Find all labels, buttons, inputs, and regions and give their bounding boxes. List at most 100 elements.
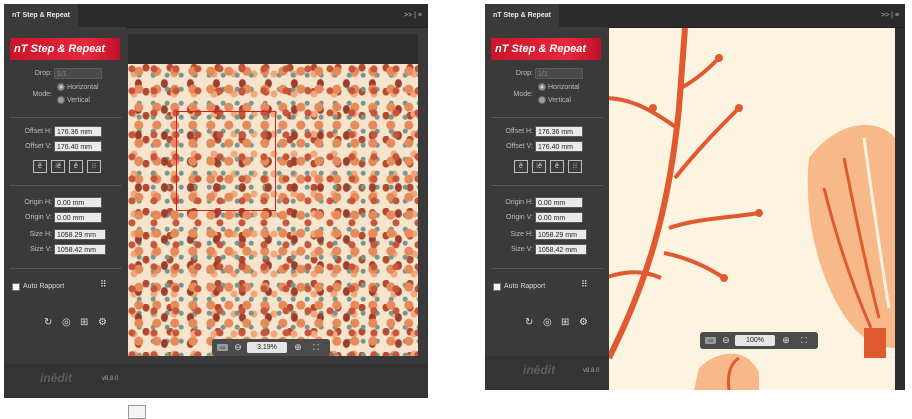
right-refresh-icon[interactable]: ↻ [525,318,533,328]
right-origin-v-field[interactable]: 0.00 mm [535,212,583,223]
right-mode-horizontal-label[interactable]: Horizontal [548,84,580,91]
left-brand-logo: inēdit [40,371,72,385]
right-version: v8.8.0 [583,368,600,374]
left-offset-v-field[interactable]: 176.40 mm [54,141,102,152]
left-auto-rapport-grid-icon[interactable]: ⠿ [100,279,107,289]
right-separator-3 [491,268,603,269]
left-separator-3 [10,268,122,269]
right-fit-screen-icon[interactable]: ⛶ [796,332,812,349]
left-sidebar: nT Step & Repeat Drop: 1/1 Mode: Horizon… [4,27,126,398]
left-offset-h-field[interactable]: 176.36 mm [54,126,102,137]
right-separator-1 [491,117,603,118]
left-origin-h-label: Origin H: [24,199,52,206]
right-gear-icon[interactable]: ⚙ [579,318,588,328]
left-size-h-label: Size H: [29,231,52,238]
right-size-v-label: Size V: [511,246,533,253]
left-auto-rapport-label[interactable]: Auto Rapport [23,283,64,290]
right-sidebar: nT Step & Repeat Drop: 1/1 Mode: Horizon… [485,27,607,390]
right-drop-field[interactable]: 1/1 [535,68,583,79]
right-drop-label: Drop: [515,70,533,77]
left-mode-vertical-radio[interactable] [57,96,65,104]
left-mode-label: Mode: [32,91,52,98]
left-zoom-field[interactable]: 3.19% [247,342,287,353]
left-repeat-button-3[interactable]: ẽ [69,160,83,173]
right-origin-h-field[interactable]: 0.00 mm [535,197,583,208]
left-zoom-in-icon[interactable]: ⊕ [291,339,305,356]
left-size-h-field[interactable]: 1058.29 mm [54,229,106,240]
left-mode-vertical-label[interactable]: Vertical [67,97,90,104]
left-logo: nT Step & Repeat [10,38,120,60]
left-refresh-icon[interactable]: ↻ [44,318,52,328]
left-footer: inēdit v8.8.0 [4,364,428,398]
left-tab-bar: nT Step & Repeat >> | ≡ [4,4,428,28]
left-separator-1 [10,117,122,118]
right-repeat-button-4[interactable]: ⁝⁝ [568,160,582,173]
right-auto-rapport-label[interactable]: Auto Rapport [504,283,545,290]
right-auto-rapport-checkbox[interactable] [493,283,501,291]
right-zoom-field[interactable]: 100% [735,335,775,346]
right-grid-icon[interactable]: ⊞ [561,318,569,328]
right-mode-horizontal-radio[interactable] [538,83,546,91]
right-logo: nT Step & Repeat [491,38,601,60]
left-grid-icon[interactable]: ⊞ [80,318,88,328]
right-origin-v-label: Origin V: [506,214,533,221]
right-auto-rapport-grid-icon[interactable]: ⠿ [581,279,588,289]
left-drop-field[interactable]: 1/1 [54,68,102,79]
right-dark-strip [895,28,905,390]
left-origin-v-label: Origin V: [25,214,52,221]
left-zoom-out-icon[interactable]: ⊖ [231,339,245,356]
left-hd-toggle[interactable]: HD [217,344,228,351]
right-panel: nT Step & Repeat >> | ≡ nT Step & Repeat… [485,4,905,390]
right-tab-bar: nT Step & Repeat >> | ≡ [485,4,905,28]
right-panel-menu-icon[interactable]: >> | ≡ [881,4,899,27]
left-target-icon[interactable]: ◎ [62,318,71,328]
right-mode-label: Mode: [513,91,533,98]
left-offset-v-label: Offset V: [25,143,52,150]
right-mode-vertical-label[interactable]: Vertical [548,97,571,104]
right-origin-h-label: Origin H: [505,199,533,206]
left-mode-horizontal-radio[interactable] [57,83,65,91]
left-separator-2 [10,185,122,186]
left-version: v8.8.0 [102,376,119,382]
right-separator-2 [491,185,603,186]
left-repeat-selection[interactable] [176,111,276,211]
left-size-v-field[interactable]: 1058.42 mm [54,244,106,255]
right-tab-title[interactable]: nT Step & Repeat [485,4,559,27]
right-zoom-bar: HD ⊖ 100% ⊕ ⛶ [700,332,818,349]
right-mode-vertical-radio[interactable] [538,96,546,104]
left-origin-h-field[interactable]: 0.00 mm [54,197,102,208]
left-panel-menu-icon[interactable]: >> | ≡ [404,4,422,27]
right-offset-h-label: Offset H: [505,128,534,135]
left-canvas-top-strip [128,34,418,64]
right-offset-h-field[interactable]: 176.36 mm [535,126,583,137]
left-repeat-button-4[interactable]: ⁝⁝ [87,160,101,173]
right-offset-v-field[interactable]: 176.40 mm [535,141,583,152]
right-repeat-button-3[interactable]: ẽ [550,160,564,173]
right-target-icon[interactable]: ◎ [543,318,552,328]
right-repeat-button-2[interactable]: ⁝ẽ [532,160,546,173]
left-drop-label: Drop: [34,70,52,77]
right-repeat-button-1[interactable]: ẽ [514,160,528,173]
left-tab-title[interactable]: nT Step & Repeat [4,4,78,27]
left-repeat-button-2[interactable]: ⁝ẽ [51,160,65,173]
left-offset-h-label: Offset H: [24,128,53,135]
left-size-v-label: Size V: [30,246,52,253]
left-fit-screen-icon[interactable]: ⛶ [308,339,324,356]
right-size-h-label: Size H: [510,231,533,238]
left-auto-rapport-checkbox[interactable] [12,283,20,291]
right-offset-v-label: Offset V: [506,143,533,150]
right-zoom-out-icon[interactable]: ⊖ [719,332,733,349]
left-mode-horizontal-label[interactable]: Horizontal [67,84,99,91]
left-zoom-bar: HD ⊖ 3.19% ⊕ ⛶ [212,339,330,356]
right-size-v-field[interactable]: 1058.42 mm [535,244,587,255]
left-origin-v-field[interactable]: 0.00 mm [54,212,102,223]
left-panel: nT Step & Repeat >> | ≡ nT Step & Repeat… [4,4,428,398]
thumbnail-preview [128,405,146,419]
right-size-h-field[interactable]: 1058.29 mm [535,229,587,240]
right-zoom-in-icon[interactable]: ⊕ [779,332,793,349]
left-pattern-canvas[interactable] [128,64,418,356]
left-repeat-button-1[interactable]: ẽ [33,160,47,173]
left-gear-icon[interactable]: ⚙ [98,318,107,328]
right-hd-toggle[interactable]: HD [705,337,716,344]
right-brand-logo: inēdit [523,363,555,377]
